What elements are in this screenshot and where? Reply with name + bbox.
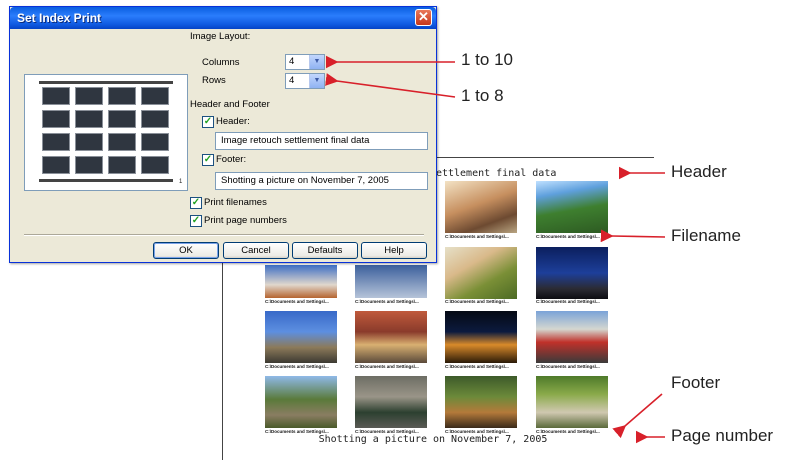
rows-arrow <box>325 73 456 98</box>
rows-range-callout: 1 to 8 <box>461 86 504 105</box>
footer-callout: Footer <box>671 373 721 392</box>
page-number-callout: Page number <box>671 426 774 445</box>
columns-range-callout: 1 to 10 <box>461 50 513 69</box>
footer-arrow <box>612 393 663 439</box>
header-callout: Header <box>671 162 727 181</box>
filename-arrow <box>600 229 666 243</box>
filename-callout: Filename <box>671 226 741 245</box>
